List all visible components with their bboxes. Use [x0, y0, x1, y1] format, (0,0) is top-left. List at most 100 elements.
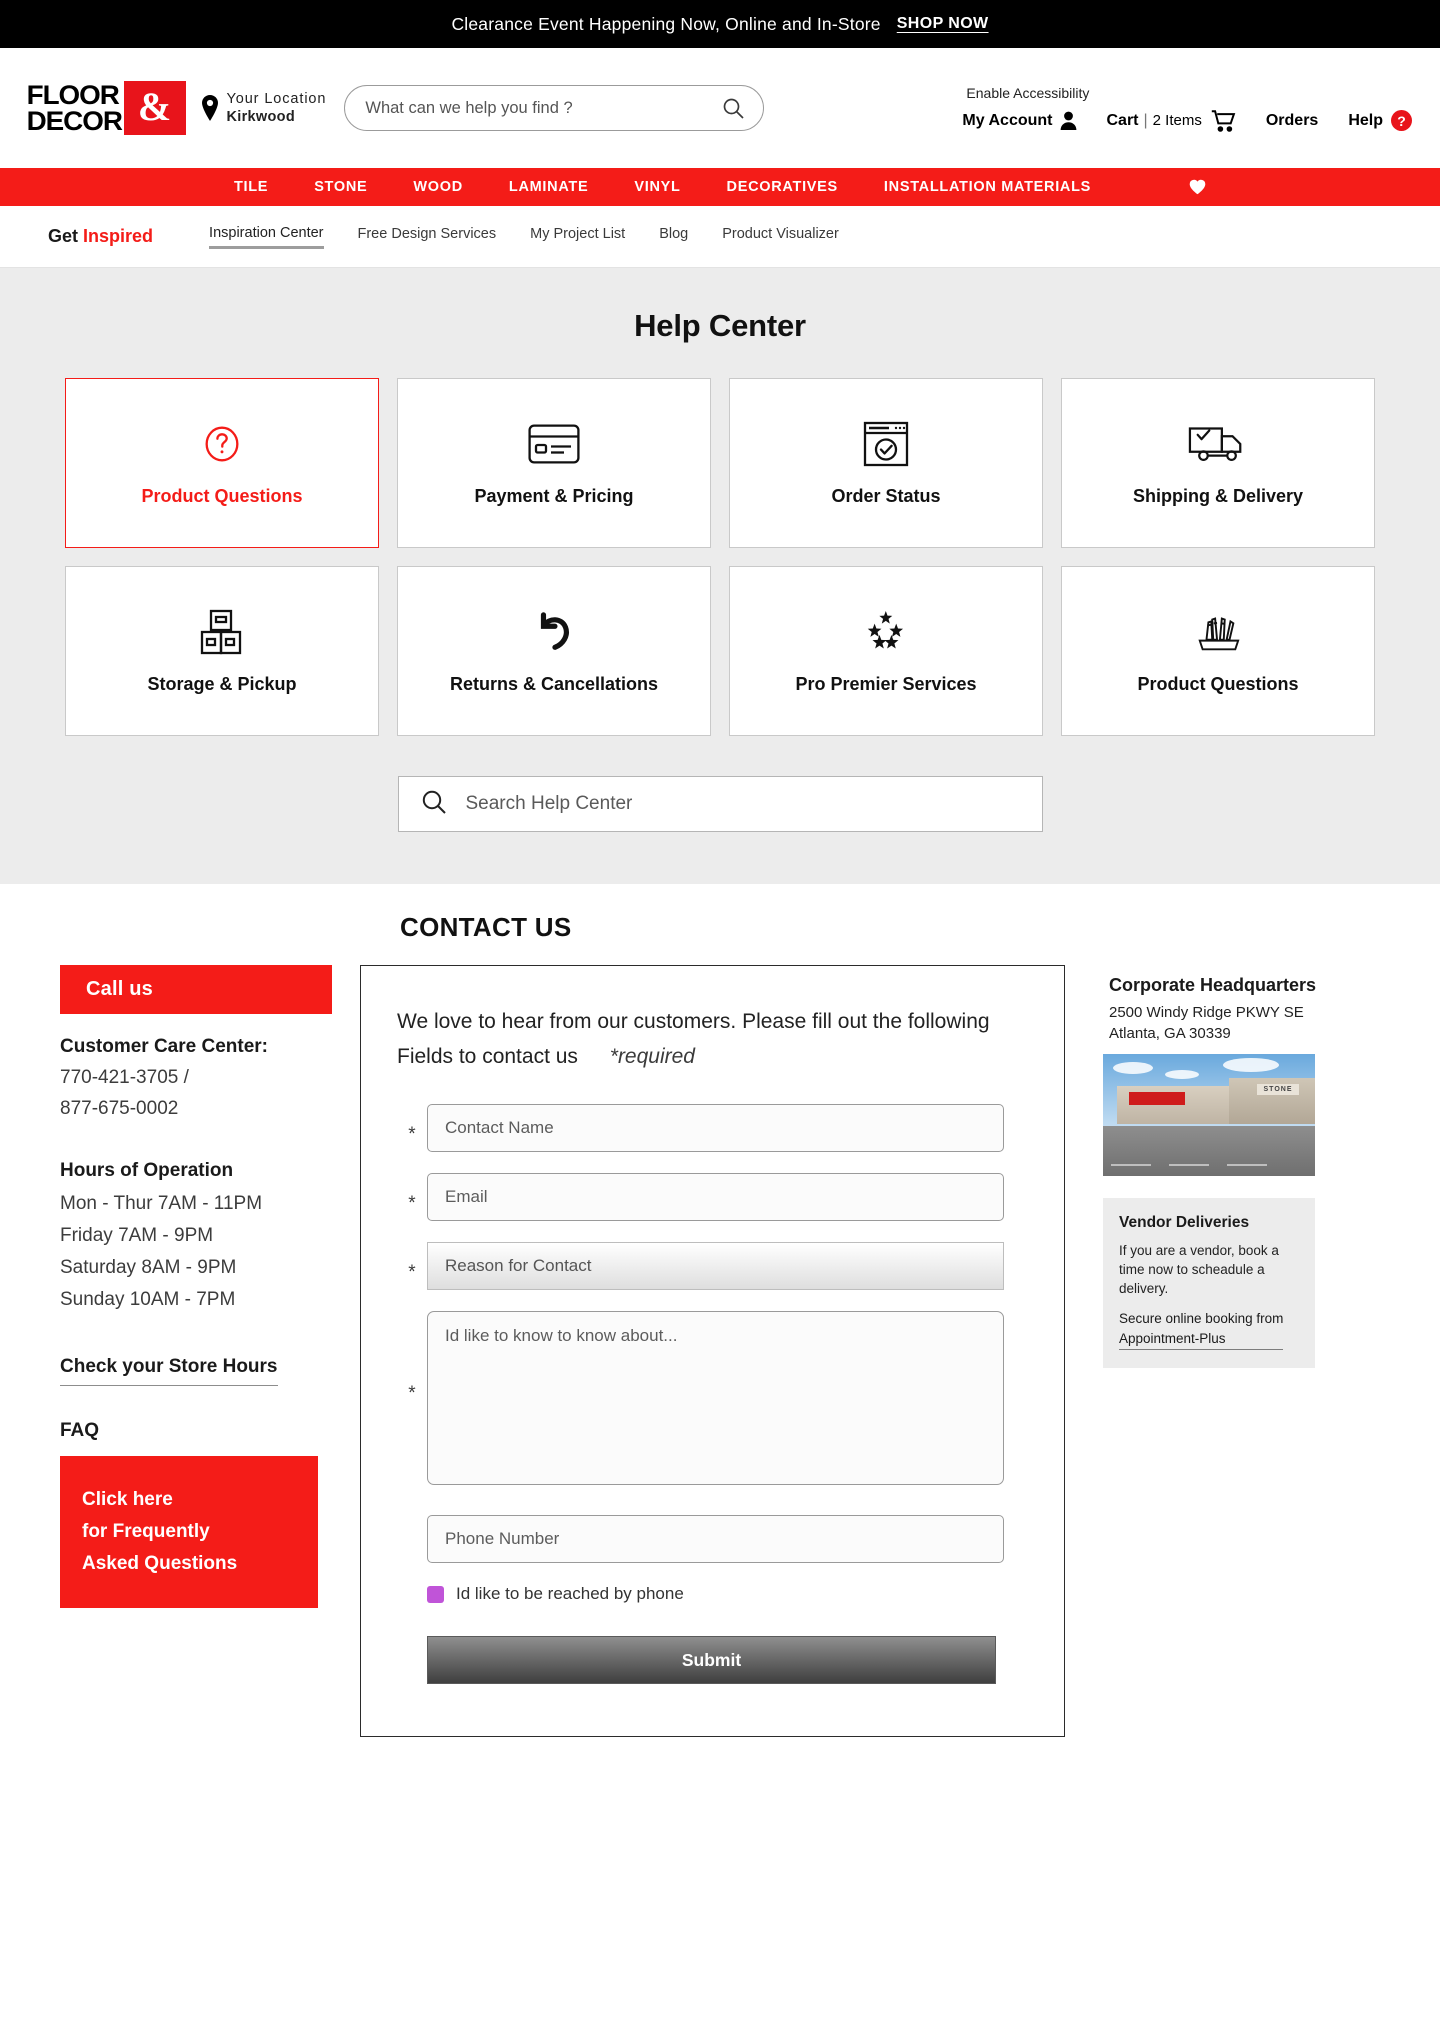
brand-logo[interactable]: FLOOR DECOR &: [26, 80, 186, 135]
help-tile-label: Product Questions: [141, 485, 303, 506]
logo-ampersand: &: [123, 81, 186, 135]
search-input[interactable]: [363, 97, 722, 119]
phone-number-input[interactable]: [427, 1515, 1004, 1563]
nav-item-stone[interactable]: STONE: [314, 179, 367, 195]
care-phone-2[interactable]: 877-675-0002: [60, 1093, 320, 1124]
headquarters-photo: STONE: [1103, 1054, 1315, 1176]
subnav-inspiration-center[interactable]: Inspiration Center: [209, 225, 324, 249]
help-topic-grid: Product Questions Payment & Pricing Orde…: [65, 378, 1375, 736]
credit-card-icon: [528, 420, 580, 468]
corporate-hq-heading: Corporate Headquarters: [1109, 975, 1317, 995]
help-tile-label: Storage & Pickup: [147, 673, 297, 694]
help-tile-product-questions[interactable]: Product Questions: [65, 378, 379, 548]
paint-brushes-icon: [1194, 608, 1242, 656]
hours-row: Mon - Thur 7AM - 11PM: [60, 1193, 263, 1214]
help-tile-label: Product Questions: [1137, 673, 1299, 694]
contact-name-input[interactable]: [427, 1104, 1004, 1152]
subnav-product-visualizer[interactable]: Product Visualizer: [722, 226, 839, 247]
help-tile-storage-pickup[interactable]: Storage & Pickup: [65, 566, 379, 736]
help-tile-returns-cancellations[interactable]: Returns & Cancellations: [397, 566, 711, 736]
orders-label: Orders: [1265, 111, 1319, 129]
photo-cloud: [1165, 1070, 1199, 1079]
logo-line-1: FLOOR: [26, 80, 120, 110]
help-center-search-input[interactable]: [463, 792, 1020, 816]
nav-item-decoratives[interactable]: DECORATIVES: [727, 179, 838, 195]
nav-item-laminate[interactable]: LAMINATE: [509, 179, 588, 195]
nav-item-vinyl[interactable]: VINYL: [634, 179, 680, 195]
help-tile-shipping-delivery[interactable]: Shipping & Delivery: [1061, 378, 1375, 548]
site-search[interactable]: [344, 85, 765, 131]
call-us-button[interactable]: Call us: [60, 965, 332, 1014]
hq-address-line-2: Atlanta, GA 30339: [1109, 1025, 1231, 1042]
vendor-deliveries-text: If you are a vendor, book a time now to …: [1119, 1243, 1279, 1296]
get-inspired-heading: Get Inspired: [48, 226, 153, 247]
vendor-booking-link[interactable]: Secure online booking from Appointment-P…: [1119, 1309, 1284, 1350]
reach-by-phone-label: Id like to be reached by phone: [456, 1584, 684, 1603]
care-phone-1[interactable]: 770-421-3705 /: [60, 1062, 320, 1093]
customer-care-colon: :: [261, 1036, 268, 1057]
primary-navigation: TILE STONE WOOD LAMINATE VINYL DECORATIV…: [0, 168, 1440, 206]
field-row-message: *: [397, 1311, 1004, 1485]
browser-window-check-icon: [863, 420, 909, 468]
cart-item-count: 2 Items: [1152, 112, 1202, 129]
orders-link[interactable]: Orders: [1266, 112, 1318, 130]
five-stars-icon: [862, 608, 910, 656]
faq-button-line-1: Click here: [82, 1489, 173, 1510]
faq-button[interactable]: Click here for Frequently Asked Question…: [60, 1456, 318, 1608]
help-tile-pro-premier-services[interactable]: Pro Premier Services: [729, 566, 1043, 736]
check-store-hours-link[interactable]: Check your Store Hours: [60, 1356, 278, 1386]
logo-ampersand-glyph: &: [137, 84, 172, 129]
contact-us-section: CONTACT US Call us Customer Care Center:…: [0, 884, 1440, 1817]
field-row-email: *: [397, 1173, 1004, 1221]
reason-for-contact-select[interactable]: Reason for Contact: [427, 1242, 1004, 1290]
nav-item-wood[interactable]: WOOD: [413, 179, 463, 195]
required-note: *required: [609, 1045, 695, 1068]
hours-list: Mon - Thur 7AM - 11PM Friday 7AM - 9PM S…: [60, 1188, 320, 1316]
store-location[interactable]: Your Location Kirkwood: [200, 90, 327, 126]
contact-right-column: Corporate Headquarters 2500 Windy Ridge …: [1103, 965, 1403, 1368]
nav-item-installation-materials[interactable]: INSTALLATION MATERIALS: [884, 179, 1091, 195]
help-link[interactable]: Help ?: [1348, 110, 1412, 131]
nav-item-tile[interactable]: TILE: [234, 179, 268, 195]
map-pin-icon: [200, 95, 220, 121]
hours-row: Saturday 8AM - 9PM: [60, 1257, 237, 1278]
cart-link[interactable]: Cart | 2 Items: [1107, 109, 1236, 132]
help-center-search[interactable]: [397, 776, 1043, 832]
field-row-reason: * Reason for Contact: [397, 1242, 1004, 1290]
reach-by-phone-checkbox[interactable]: [427, 1585, 444, 1603]
submit-button[interactable]: Submit: [427, 1636, 996, 1684]
photo-lot-stripe: [1227, 1164, 1267, 1166]
subnav-my-project-list[interactable]: My Project List: [530, 226, 625, 247]
help-tile-order-status[interactable]: Order Status: [729, 378, 1043, 548]
email-input[interactable]: [427, 1173, 1004, 1221]
help-center-section: Help Center Product Questions Payment & …: [0, 268, 1440, 884]
help-tile-product-questions-secondary[interactable]: Product Questions: [1061, 566, 1375, 736]
shopping-cart-icon: [1211, 109, 1236, 132]
contact-form: We love to hear from our customers. Plea…: [360, 965, 1065, 1737]
photo-lot-stripe: [1111, 1164, 1151, 1166]
help-tile-label: Order Status: [831, 485, 941, 506]
search-icon[interactable]: [421, 789, 447, 820]
my-account-link[interactable]: My Account: [962, 111, 1076, 130]
get-inspired-word-inspired: Inspired: [83, 226, 154, 246]
faq-button-line-2: for Frequently: [82, 1521, 210, 1542]
customer-care-heading: Customer Care Center:: [60, 1036, 320, 1058]
photo-lot-stripe: [1169, 1164, 1209, 1166]
contact-left-column: Call us Customer Care Center: 770-421-37…: [60, 965, 360, 1608]
subnav-blog[interactable]: Blog: [659, 226, 688, 247]
heart-icon[interactable]: [1189, 179, 1206, 195]
customer-care-label: Customer Care Center: [60, 1036, 262, 1057]
field-row-contact-name: *: [397, 1104, 1004, 1152]
enable-accessibility-link[interactable]: Enable Accessibility: [966, 85, 1089, 101]
help-label: Help: [1348, 111, 1383, 129]
photo-cloud: [1223, 1058, 1279, 1072]
subnav-free-design-services[interactable]: Free Design Services: [358, 226, 497, 247]
photo-store-sign: [1129, 1092, 1185, 1105]
shop-now-link[interactable]: SHOP NOW: [897, 15, 989, 33]
message-textarea[interactable]: [427, 1311, 1004, 1485]
search-icon[interactable]: [721, 96, 745, 120]
required-star: *: [408, 1383, 416, 1404]
help-tile-payment-pricing[interactable]: Payment & Pricing: [397, 378, 711, 548]
page-root: Clearance Event Happening Now, Online an…: [0, 0, 1440, 1817]
faq-heading: FAQ: [60, 1420, 100, 1441]
